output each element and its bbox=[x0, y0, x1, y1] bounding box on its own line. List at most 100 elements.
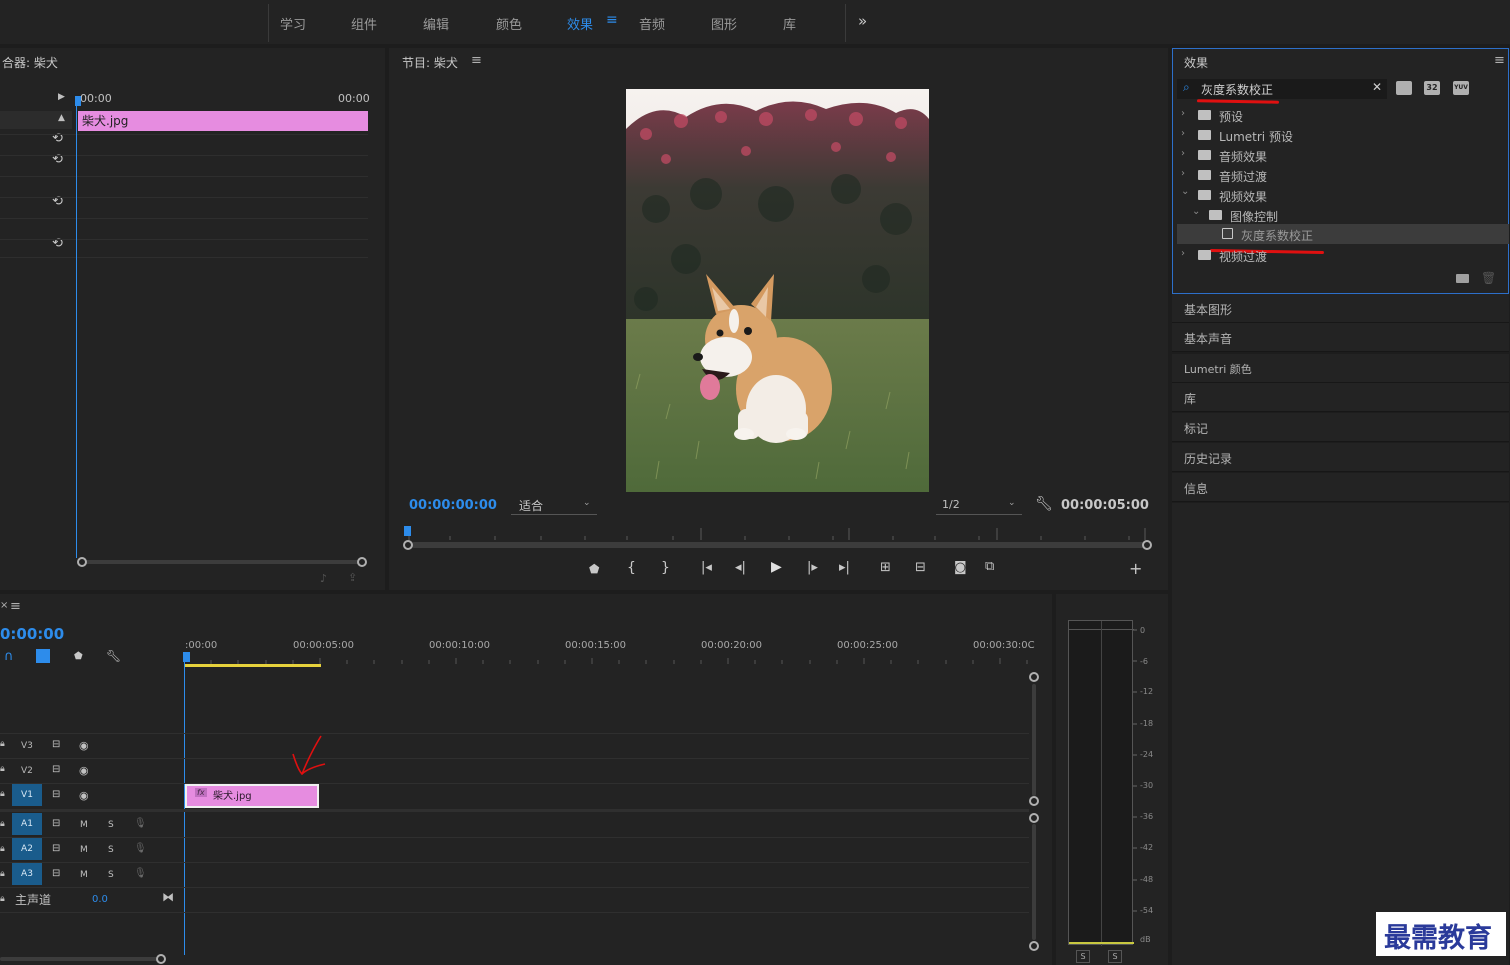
zoom-handle-left[interactable] bbox=[403, 540, 413, 550]
add-button-icon[interactable]: + bbox=[1129, 559, 1142, 578]
lock-icon[interactable]: 🔒︎ bbox=[0, 764, 5, 774]
new-bin-icon[interactable] bbox=[1456, 274, 1469, 283]
zoom-handle-right[interactable] bbox=[1142, 540, 1152, 550]
playhead-icon[interactable] bbox=[404, 526, 411, 536]
more-workspaces-icon[interactable]: » bbox=[858, 12, 867, 30]
lock-icon[interactable]: 🔒︎ bbox=[0, 819, 5, 829]
search-input[interactable] bbox=[1201, 81, 1366, 97]
panel-libraries[interactable]: 库 bbox=[1172, 383, 1509, 412]
clear-search-icon[interactable]: ✕ bbox=[1372, 80, 1382, 94]
go-to-end-icon[interactable]: ⧓ bbox=[162, 890, 174, 904]
workspace-tab-color[interactable]: 颜色 bbox=[496, 14, 522, 33]
go-to-out-icon[interactable]: ▸| bbox=[839, 560, 850, 575]
panel-lumetri-color[interactable]: Lumetri 颜色 bbox=[1172, 354, 1509, 383]
sync-lock-icon[interactable]: ⊟ bbox=[52, 739, 60, 750]
fit-dropdown[interactable]: 适合 ⌄ bbox=[511, 496, 597, 515]
panel-menu-icon[interactable]: ≡ bbox=[1494, 53, 1505, 68]
microphone-icon[interactable]: 🎙︎ bbox=[134, 843, 147, 854]
add-marker-icon[interactable]: ⬟ bbox=[74, 651, 83, 662]
panel-essential-graphics[interactable]: 基本图形 bbox=[1172, 294, 1509, 323]
solo-left-button[interactable]: S bbox=[1076, 950, 1090, 963]
horizontal-scrollbar[interactable] bbox=[80, 560, 364, 564]
workspace-tab-learn[interactable]: 学习 bbox=[280, 14, 306, 33]
collapse-arrow-icon[interactable]: ▲ bbox=[58, 113, 65, 123]
effects-search-box[interactable]: ⌕ ✕ bbox=[1177, 79, 1387, 99]
sync-lock-icon[interactable]: ⊟ bbox=[52, 764, 60, 775]
workspace-tab-editing[interactable]: 编辑 bbox=[423, 14, 449, 33]
timeline-settings-icon[interactable]: 🔧︎ bbox=[106, 649, 121, 663]
mute-button[interactable]: M bbox=[80, 845, 88, 855]
solo-button[interactable]: S bbox=[108, 820, 114, 830]
master-volume-value[interactable]: 0.0 bbox=[92, 894, 108, 905]
eye-icon[interactable]: ◉ bbox=[79, 764, 89, 777]
sync-lock-icon[interactable]: ⊟ bbox=[52, 843, 60, 854]
expand-arrow-icon[interactable]: ▶ bbox=[58, 92, 65, 102]
eye-icon[interactable]: ◉ bbox=[79, 789, 89, 802]
program-timecode[interactable]: 00:00:00:00 bbox=[409, 498, 497, 513]
workspace-menu-icon[interactable]: ≡ bbox=[606, 12, 618, 28]
audio-tracks-scrollbar[interactable] bbox=[1032, 824, 1036, 940]
mark-out-icon[interactable]: } bbox=[661, 560, 670, 576]
resolution-dropdown[interactable]: 1/2 ⌄ bbox=[936, 496, 1022, 515]
solo-button[interactable]: S bbox=[108, 845, 114, 855]
play-icon[interactable]: ▶ bbox=[771, 559, 782, 575]
tree-item-audio-effects[interactable]: › 音频效果 bbox=[1181, 145, 1510, 165]
eye-icon[interactable]: ◉ bbox=[79, 739, 89, 752]
track-label-v2[interactable]: V2 bbox=[21, 766, 33, 776]
scroll-handle[interactable] bbox=[1029, 796, 1039, 806]
sync-lock-icon[interactable]: ⊟ bbox=[52, 818, 60, 829]
track-target-a3[interactable]: A3 bbox=[12, 863, 42, 885]
panel-menu-icon[interactable]: ≡ bbox=[10, 599, 21, 614]
export-icon[interactable]: ⇪ bbox=[348, 571, 357, 584]
track-target-a1[interactable]: A1 bbox=[12, 813, 42, 835]
close-tab-icon[interactable]: × bbox=[0, 600, 8, 611]
lock-icon[interactable]: 🔒︎ bbox=[0, 789, 5, 799]
track-label-v3[interactable]: V3 bbox=[21, 741, 33, 751]
extract-icon[interactable]: ⊟ bbox=[915, 560, 926, 575]
workspace-tab-effects[interactable]: 效果 bbox=[567, 14, 593, 33]
time-ruler[interactable] bbox=[405, 526, 1149, 540]
mute-button[interactable]: M bbox=[80, 820, 88, 830]
sync-lock-icon[interactable]: ⊟ bbox=[52, 789, 60, 800]
track-target-a2[interactable]: A2 bbox=[12, 838, 42, 860]
workspace-tab-assembly[interactable]: 组件 bbox=[351, 14, 377, 33]
tree-item-presets[interactable]: › 预设 bbox=[1181, 105, 1510, 125]
workspace-tab-graphics[interactable]: 图形 bbox=[711, 14, 737, 33]
microphone-icon[interactable]: 🎙︎ bbox=[134, 818, 147, 829]
tree-item-gamma-correction[interactable]: 灰度系数校正 bbox=[1177, 224, 1509, 244]
workspace-tab-audio[interactable]: 音频 bbox=[639, 14, 665, 33]
timeline-clip[interactable]: fx 柴犬.jpg bbox=[185, 784, 319, 808]
tree-item-audio-transitions[interactable]: › 音频过渡 bbox=[1181, 165, 1510, 185]
add-marker-icon[interactable]: ⬟ bbox=[589, 562, 599, 576]
mark-in-icon[interactable]: { bbox=[627, 560, 636, 576]
delete-icon[interactable]: 🗑︎ bbox=[1481, 271, 1496, 285]
yuv-effects-icon[interactable]: YUV bbox=[1453, 81, 1469, 95]
32-bit-effects-icon[interactable]: 32 bbox=[1424, 81, 1440, 95]
microphone-icon[interactable]: 🎙︎ bbox=[134, 868, 147, 879]
tree-item-lumetri-presets[interactable]: › Lumetri 预设 bbox=[1181, 125, 1510, 145]
audio-filter-icon[interactable]: ♪ bbox=[320, 572, 327, 585]
zoom-scrollbar[interactable] bbox=[411, 542, 1145, 548]
timeline-horizontal-scrollbar[interactable] bbox=[0, 957, 160, 961]
scroll-handle[interactable] bbox=[1029, 941, 1039, 951]
solo-right-button[interactable]: S bbox=[1108, 950, 1122, 963]
workspace-tab-libraries[interactable]: 库 bbox=[783, 14, 796, 33]
solo-button[interactable]: S bbox=[108, 870, 114, 880]
sync-lock-icon[interactable]: ⊟ bbox=[52, 868, 60, 879]
lock-icon[interactable]: 🔒︎ bbox=[0, 739, 5, 749]
lock-icon[interactable]: 🔒︎ bbox=[0, 894, 5, 904]
video-tracks-scrollbar[interactable] bbox=[1032, 684, 1036, 796]
panel-markers[interactable]: 标记 bbox=[1172, 413, 1509, 442]
scroll-handle-right[interactable] bbox=[357, 557, 367, 567]
linked-selection-icon[interactable] bbox=[36, 649, 50, 663]
snap-icon[interactable]: ∩ bbox=[4, 649, 14, 664]
tree-item-video-effects[interactable]: ⌄ 视频效果 bbox=[1181, 185, 1510, 205]
step-back-icon[interactable]: ◂| bbox=[735, 560, 746, 575]
panel-history[interactable]: 历史记录 bbox=[1172, 443, 1509, 472]
panel-essential-sound[interactable]: 基本声音 bbox=[1172, 323, 1509, 352]
scroll-handle[interactable] bbox=[156, 954, 166, 964]
export-frame-icon[interactable]: ◙ bbox=[954, 560, 967, 575]
track-target-v1[interactable]: V1 bbox=[12, 784, 42, 806]
scroll-handle[interactable] bbox=[1029, 813, 1039, 823]
panel-info[interactable]: 信息 bbox=[1172, 473, 1509, 502]
